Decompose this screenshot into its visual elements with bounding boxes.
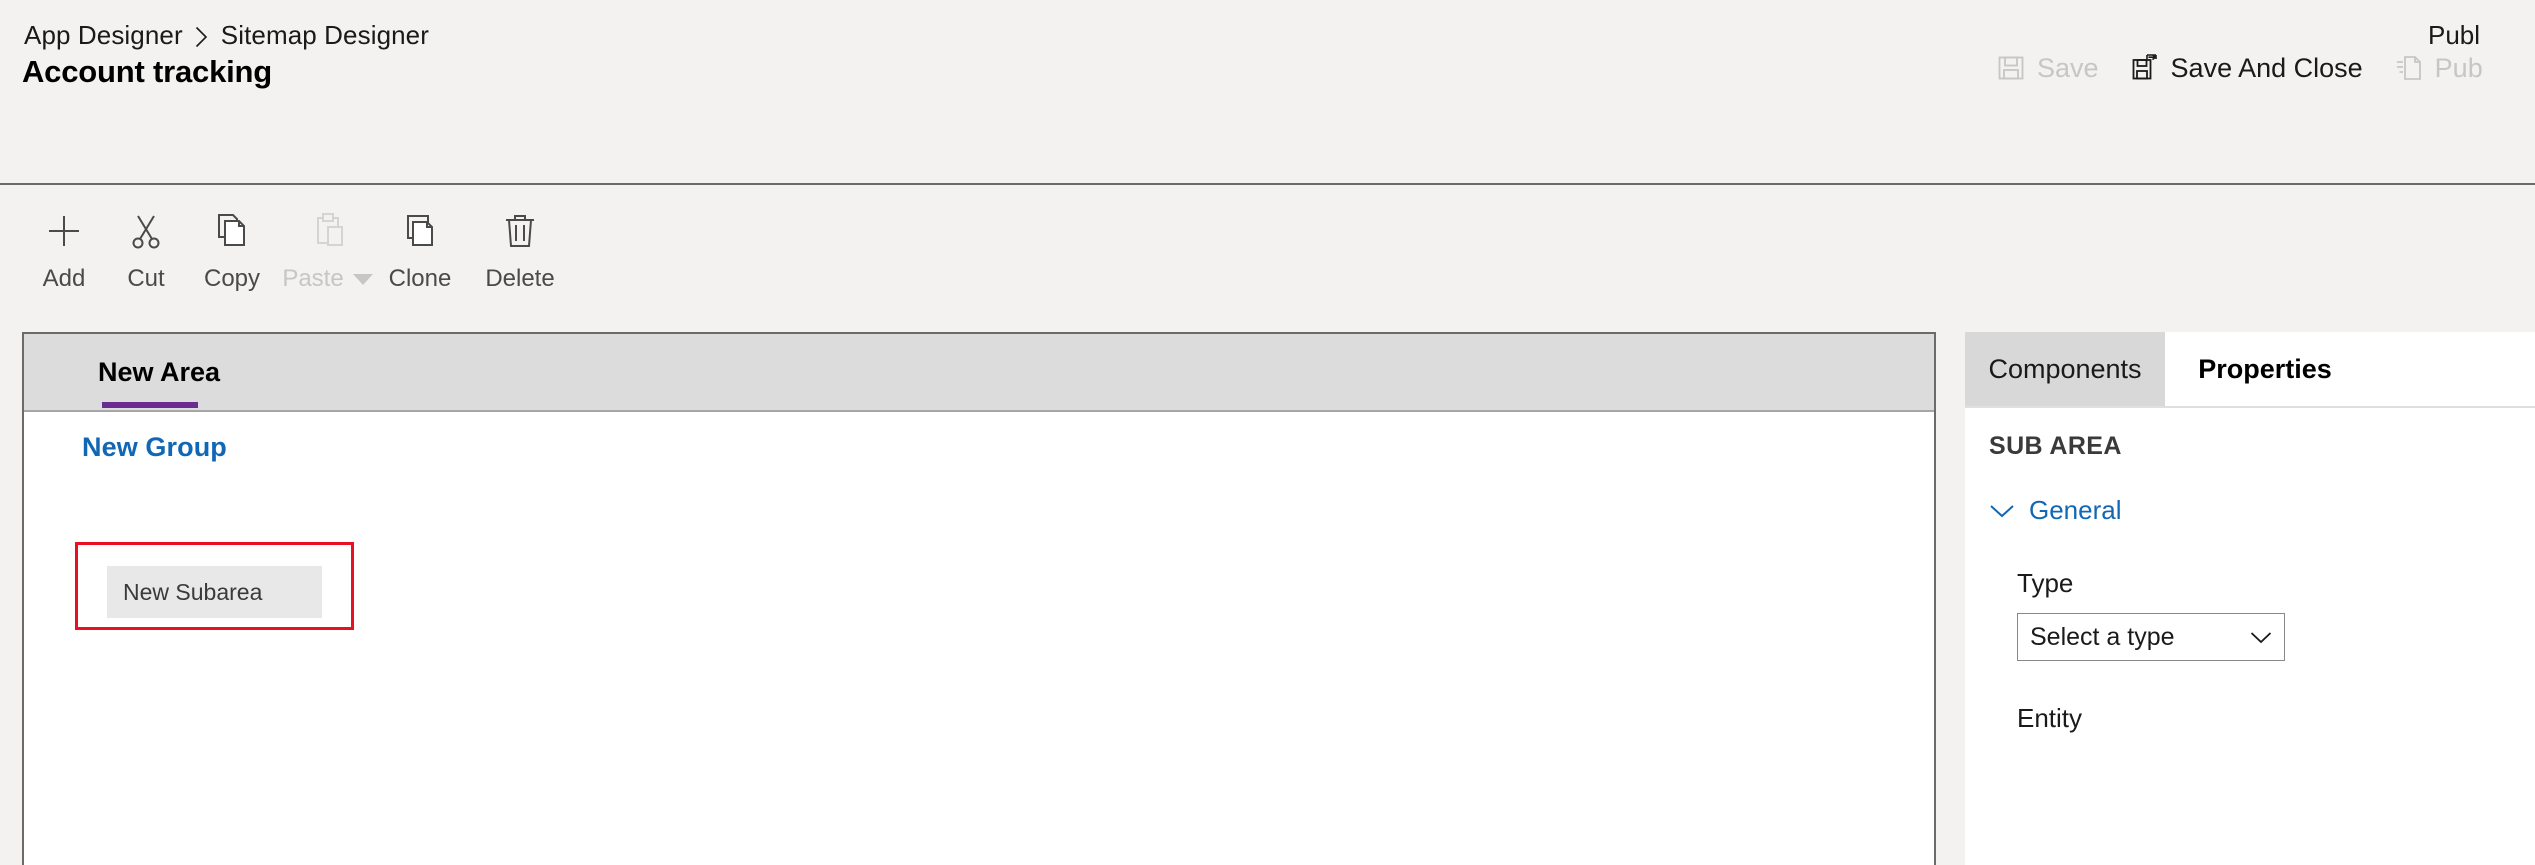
panel-heading: SUB AREA [1989, 432, 2122, 460]
app-header: App Designer Sitemap Designer Account tr… [0, 0, 2535, 185]
publish-page-icon [2393, 52, 2425, 84]
tab-properties-label: Properties [2198, 353, 2332, 384]
panel-tablist: Components Properties [1965, 332, 2535, 408]
chevron-down-icon [1989, 503, 2015, 519]
group-block[interactable]: New Group [82, 432, 227, 463]
clone-icon [398, 203, 442, 259]
panel-body: SUB AREA General Type Select a type Enti… [1965, 432, 2535, 734]
group-label: New Group [82, 432, 227, 462]
tab-components-label: Components [1988, 353, 2142, 384]
section-general-toggle[interactable]: General [1989, 495, 2535, 526]
save-and-close-button[interactable]: Save And Close [2129, 46, 2363, 90]
save-button-label: Save [2037, 52, 2099, 83]
header-command-bar: Save Save And Close Pub [1995, 46, 2513, 90]
clone-button[interactable]: Clone [366, 203, 474, 315]
breadcrumb-item-sitemap-designer[interactable]: Sitemap Designer [221, 20, 429, 51]
trash-icon [498, 203, 542, 259]
area-tabstrip: New Area [24, 334, 1934, 412]
sitemap-canvas: New Area New Group New Subarea [22, 332, 1936, 865]
type-field-label: Type [2017, 568, 2074, 598]
tab-components[interactable]: Components [1965, 332, 2165, 406]
subarea-label: New Subarea [123, 578, 263, 605]
chevron-down-icon [2250, 631, 2272, 644]
entity-field-label: Entity [2017, 703, 2083, 733]
copy-icon [210, 203, 254, 259]
properties-panel: Components Properties SUB AREA General T… [1965, 332, 2535, 865]
breadcrumb: App Designer Sitemap Designer [24, 20, 429, 51]
page-title: Account tracking [22, 54, 273, 89]
paste-button-label: Paste [282, 265, 344, 292]
subarea-item[interactable]: New Subarea [107, 566, 322, 618]
delete-button-label: Delete [485, 265, 555, 292]
area-tab-active-indicator [102, 402, 198, 408]
type-select[interactable]: Select a type [2017, 613, 2285, 661]
copy-button[interactable]: Copy [178, 203, 286, 315]
save-floppy-icon [1995, 52, 2027, 84]
copy-button-label: Copy [203, 265, 261, 292]
chevron-right-icon [195, 26, 208, 48]
editor-toolbar: Add Cut Copy Paste Clone Delete [0, 187, 2535, 332]
paste-button-label-row: Paste [282, 265, 373, 293]
save-and-close-icon [2129, 52, 2161, 84]
clipboard-icon [306, 203, 350, 259]
clone-button-label: Clone [388, 265, 452, 292]
publish-button[interactable]: Pub [2393, 46, 2483, 90]
breadcrumb-item-app-designer[interactable]: App Designer [24, 20, 183, 51]
save-button[interactable]: Save [1995, 46, 2099, 90]
add-button-label: Add [42, 265, 86, 292]
section-general-label: General [2029, 495, 2122, 525]
publish-button-label: Pub [2434, 52, 2483, 83]
scissors-icon [124, 203, 168, 259]
area-tab-new-area[interactable]: New Area [80, 334, 238, 410]
area-tab-label: New Area [98, 356, 221, 387]
cut-button-label: Cut [127, 265, 165, 292]
save-and-close-button-label: Save And Close [2170, 52, 2363, 83]
tab-properties[interactable]: Properties [2165, 332, 2365, 406]
delete-button[interactable]: Delete [466, 203, 574, 315]
type-select-value: Select a type [2030, 622, 2175, 651]
plus-icon [42, 203, 86, 259]
